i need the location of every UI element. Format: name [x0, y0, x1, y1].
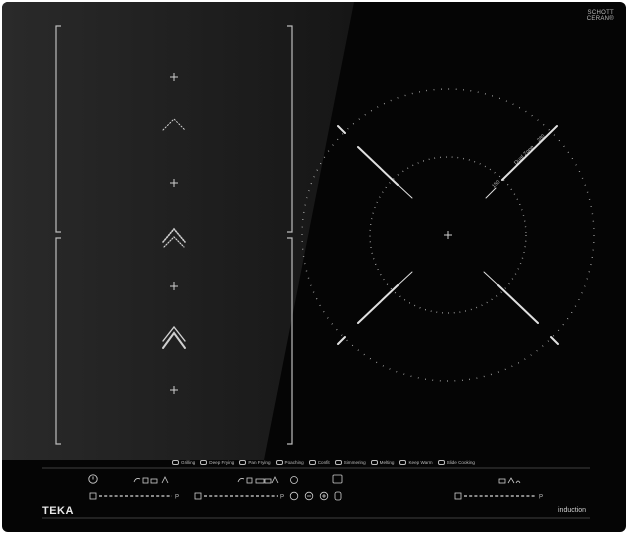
function-pan-frying: Pan Frying	[239, 459, 271, 465]
keep-warm-icon	[399, 459, 407, 465]
pot-icon	[498, 478, 506, 484]
deep-fry-icon	[200, 459, 208, 465]
timer-button[interactable]	[332, 474, 343, 484]
keep-warm-icon	[515, 480, 521, 484]
function-poaching: Poaching	[275, 459, 304, 465]
cooktop-glass: SCHOTT CERAN® Dual Zone 150 280 P P P Gr…	[2, 2, 626, 532]
flame-icon-2	[271, 476, 279, 484]
grill-icon	[172, 459, 179, 465]
function-melting: Melting	[370, 459, 394, 465]
pan-icon	[150, 478, 158, 484]
zone-markings: Dual Zone 150 280 P P P	[42, 25, 595, 519]
function-deep-frying: Deep Frying	[200, 459, 234, 465]
right-slider-end-label: P	[539, 495, 543, 501]
flame-icon	[161, 476, 169, 484]
dual-zone[interactable]: Dual Zone 150 280	[301, 88, 595, 382]
flex-chevrons	[162, 118, 186, 349]
melting-icon	[507, 477, 515, 484]
right-function-icons[interactable]	[498, 477, 521, 484]
function-simmering: Simmering	[334, 459, 366, 465]
pan-fry-icon-2	[255, 478, 265, 484]
left-flex-zone-top[interactable]	[55, 25, 293, 233]
grill-icon-2	[237, 478, 245, 483]
cooking-functions-legend: Grilling Deep Frying Pan Frying Poaching…	[172, 457, 475, 467]
pause-button	[334, 491, 342, 501]
inner-size-label: 150	[491, 179, 501, 189]
power-button[interactable]	[88, 474, 98, 484]
left-function-icons[interactable]	[133, 476, 169, 484]
center-power-slider[interactable]: P	[194, 492, 284, 501]
function-slide-cooking: Slide Cooking	[437, 459, 475, 465]
outer-size-label: 280	[536, 133, 546, 143]
lock-icon[interactable]	[290, 476, 298, 484]
center-slider-end-label: P	[280, 495, 284, 501]
melt-icon	[370, 459, 378, 465]
grill-icon	[133, 478, 141, 483]
left-slider-end-label: P	[175, 495, 179, 501]
pan-fry-icon	[239, 459, 247, 465]
poach-icon	[275, 459, 283, 465]
function-confit: Confit	[308, 459, 330, 465]
dual-zone-name: Dual Zone	[513, 144, 535, 166]
deep-fry-icon	[142, 477, 149, 484]
deep-fry-icon-2	[246, 477, 253, 484]
simmer-icon	[334, 459, 342, 465]
timer-clock-icon	[289, 491, 299, 501]
left-power-slider[interactable]: P	[89, 492, 179, 501]
confit-icon	[308, 459, 316, 465]
center-function-icons[interactable]	[237, 476, 279, 484]
brand-logo: TEKA	[42, 505, 74, 517]
right-power-slider[interactable]: P	[454, 492, 543, 501]
function-grilling: Grilling	[172, 459, 195, 465]
dual-zone-center-marker	[444, 231, 452, 239]
timer-controls[interactable]	[289, 491, 342, 501]
slide-cooking-icon	[437, 459, 445, 465]
poach-icon-2	[264, 478, 272, 484]
induction-label: induction	[558, 507, 587, 514]
function-keep-warm: Keep Warm	[399, 459, 433, 465]
left-flex-zone-bottom[interactable]	[55, 237, 293, 445]
